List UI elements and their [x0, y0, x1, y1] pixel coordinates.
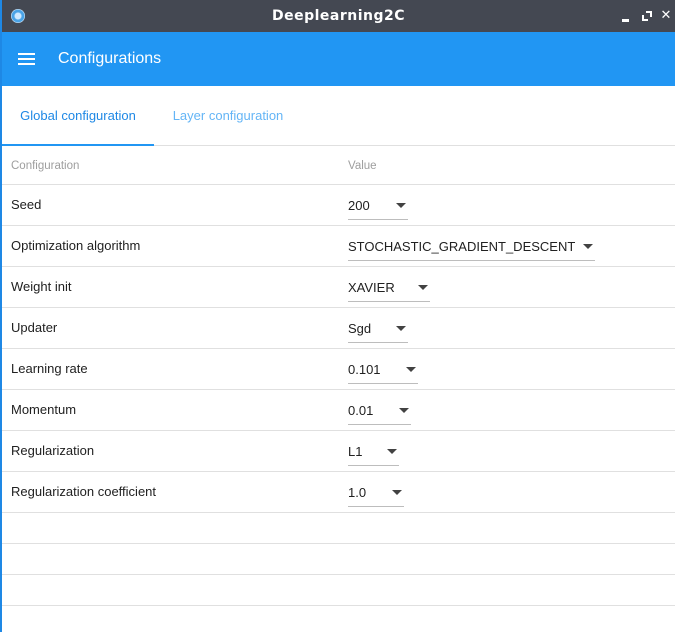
table-row: Optimization algorithm STOCHASTIC_GRADIE… — [2, 226, 675, 267]
select-value: 200 — [348, 198, 370, 213]
column-header-value: Value — [348, 160, 377, 172]
menu-icon[interactable] — [18, 53, 35, 66]
dropdown-arrow-icon — [392, 490, 402, 495]
empty-table-row — [2, 513, 675, 544]
dropdown-arrow-icon — [406, 367, 416, 372]
dropdown-arrow-icon — [396, 326, 406, 331]
close-icon: ✕ — [660, 8, 672, 23]
select-value: 1.0 — [348, 485, 367, 500]
dropdown-arrow-icon — [418, 285, 428, 290]
row-label: Seed — [11, 197, 42, 212]
row-label: Weight init — [11, 279, 72, 294]
tab-layer-configuration[interactable]: Layer configuration — [154, 86, 302, 145]
updater-select[interactable]: Sgd — [348, 314, 408, 343]
maximize-icon — [642, 11, 652, 21]
close-button[interactable]: ✕ — [659, 8, 673, 24]
row-label: Learning rate — [11, 361, 88, 376]
regularization-select[interactable]: L1 — [348, 437, 399, 466]
row-label: Regularization — [11, 443, 95, 458]
dropdown-arrow-icon — [399, 408, 409, 413]
table-row: Regularization L1 — [2, 431, 675, 472]
select-value: XAVIER — [348, 280, 395, 295]
table-row: Weight init XAVIER — [2, 267, 675, 308]
select-value: 0.101 — [348, 362, 381, 377]
momentum-select[interactable]: 0.01 — [348, 396, 411, 425]
dropdown-arrow-icon — [583, 244, 593, 249]
table-row: Updater Sgd — [2, 308, 675, 349]
optimization-algorithm-select[interactable]: STOCHASTIC_GRADIENT_DESCENT — [348, 232, 595, 261]
tab-bar: Global configuration Layer configuration — [2, 86, 675, 146]
minimize-icon — [622, 19, 629, 22]
table-row: Seed 200 — [2, 185, 675, 226]
dropdown-arrow-icon — [387, 449, 397, 454]
page-title: Configurations — [58, 50, 162, 67]
row-label: Momentum — [11, 402, 77, 417]
select-value: STOCHASTIC_GRADIENT_DESCENT — [348, 239, 576, 254]
title-bar: Deeplearning2C ✕ — [2, 0, 675, 32]
select-value: 0.01 — [348, 403, 374, 418]
table-row: Regularization coefficient 1.0 — [2, 472, 675, 513]
dropdown-arrow-icon — [396, 203, 406, 208]
weight-init-select[interactable]: XAVIER — [348, 273, 430, 302]
configuration-table: Configuration Value Seed 200 Optimizatio… — [2, 146, 675, 606]
minimize-button[interactable] — [619, 8, 633, 24]
row-label: Updater — [11, 320, 58, 335]
empty-table-row — [2, 544, 675, 575]
app-bar: Configurations — [2, 32, 675, 86]
row-label: Optimization algorithm — [11, 238, 141, 253]
tab-global-configuration[interactable]: Global configuration — [2, 86, 154, 145]
regularization-coefficient-select[interactable]: 1.0 — [348, 478, 404, 507]
table-header-row: Configuration Value — [2, 146, 675, 185]
table-row: Momentum 0.01 — [2, 390, 675, 431]
window-title: Deeplearning2C — [271, 8, 406, 24]
column-header-configuration: Configuration — [11, 160, 80, 172]
seed-select[interactable]: 200 — [348, 191, 408, 220]
learning-rate-select[interactable]: 0.101 — [348, 355, 418, 384]
row-label: Regularization coefficient — [11, 484, 157, 499]
select-value: L1 — [348, 444, 363, 459]
maximize-button[interactable] — [640, 8, 654, 24]
select-value: Sgd — [348, 321, 372, 336]
table-row: Learning rate 0.101 — [2, 349, 675, 390]
empty-table-row — [2, 575, 675, 606]
app-window: Deeplearning2C ✕ Configurations Global c… — [0, 0, 675, 632]
